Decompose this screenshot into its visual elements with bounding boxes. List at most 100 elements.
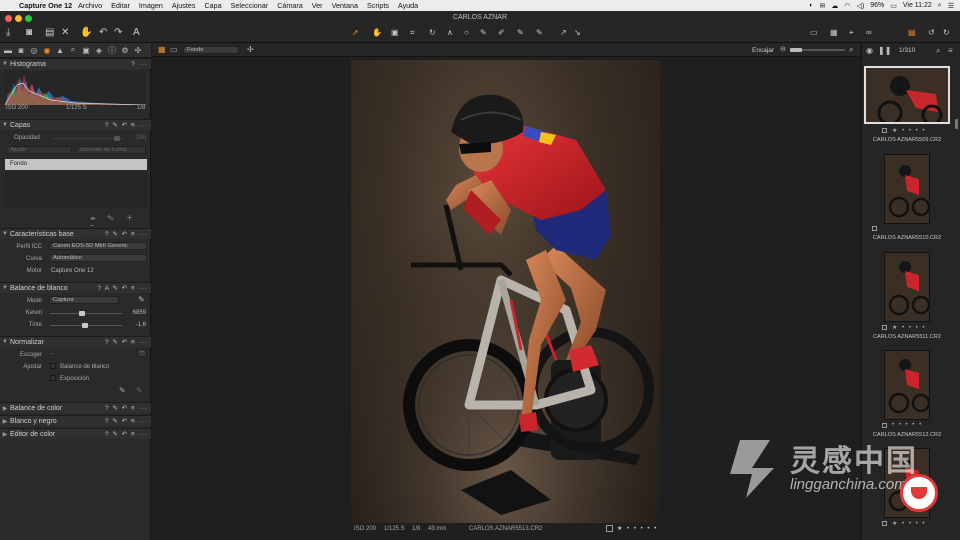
thumbnail-image[interactable] — [864, 66, 950, 124]
output-tab-icon[interactable]: ⚙ — [120, 46, 130, 55]
cloud-icon[interactable]: ☁ — [831, 2, 838, 10]
menu-scripts[interactable]: Scripts — [367, 1, 389, 10]
status-rating[interactable]: ★ • • • • • — [617, 525, 658, 532]
exposure-checkbox[interactable] — [50, 375, 56, 381]
menu-ayuda[interactable]: Ayuda — [398, 1, 418, 10]
menu-ajustes[interactable]: Ajustes — [172, 1, 196, 10]
thumbnail-5[interactable]: ★ • • • • — [862, 446, 952, 530]
browser-scrollbar[interactable] — [955, 119, 958, 129]
menu-archivo[interactable]: Archivo — [78, 1, 102, 10]
metadata-tab-icon[interactable]: ⓘ — [107, 45, 117, 56]
multi-view-icon[interactable]: ▭ — [170, 45, 178, 54]
pan-tool-icon[interactable]: ✋ — [372, 28, 382, 38]
curve-select[interactable]: Automático — [49, 254, 147, 262]
layer-row-fondo[interactable]: Fondo — [5, 159, 147, 170]
thumbnail-image[interactable] — [884, 448, 930, 518]
expand-arrow-icon[interactable]: ▶ — [0, 418, 10, 425]
color-editor-header[interactable]: ▶ Editor de color ? ✎ ↶ ≡ ··· — [0, 428, 151, 439]
normalize-header[interactable]: ▼ Normalizar ? ✎ ↶ ≡ ··· — [0, 336, 151, 347]
notification-icon[interactable]: ☰ — [948, 2, 954, 10]
wb-checkbox[interactable] — [50, 363, 56, 369]
wb-picker-icon[interactable]: ✎ — [138, 295, 145, 304]
adjust-select[interactable]: Ajuste — [6, 146, 72, 154]
batch-tab-icon[interactable]: ✣ — [133, 46, 143, 55]
collapse-arrow-icon[interactable]: ▼ — [0, 285, 10, 291]
menu-seleccionar[interactable]: Seleccionar — [231, 1, 269, 10]
base-header[interactable]: ▼ Características base ? ✎ ↶ ≡ ··· — [0, 228, 151, 239]
wifi-icon[interactable]: ◠ — [844, 2, 850, 10]
adjustments-tab-icon[interactable]: ◈ — [94, 46, 104, 55]
exposure-tab-icon[interactable]: ▲ — [55, 46, 65, 55]
zoom-knob[interactable] — [790, 48, 802, 52]
thumbnail-2[interactable]: CARLOS AZNAR5510.CR2 — [862, 152, 952, 242]
status-app-icon[interactable]: ◐ — [809, 2, 813, 9]
hand-icon[interactable]: ✋ — [80, 28, 92, 38]
spot-icon[interactable]: ○ — [464, 28, 469, 38]
thumbnail-rating[interactable]: ★ • • • • — [892, 520, 926, 527]
loupe-icon[interactable]: ⌖ — [849, 28, 854, 38]
folder-icon[interactable]: ▤ — [45, 28, 54, 38]
browser-filter-icon[interactable]: ≡ — [948, 46, 953, 55]
collapse-arrow-icon[interactable]: ▼ — [0, 122, 10, 128]
collapse-arrow-icon[interactable]: ▼ — [0, 61, 10, 67]
menu-imagen[interactable]: Imagen — [139, 1, 163, 10]
capture-tab-icon[interactable]: ◙ — [16, 46, 26, 55]
thumbnail-1[interactable]: ★ • • • • CARLOS AZNAR5509.CR2 — [862, 66, 952, 146]
import-icon[interactable]: ⤓ — [6, 28, 10, 38]
normalize-header-icons[interactable]: ? ✎ ↶ ≡ ··· — [105, 338, 151, 346]
bw-header-icons[interactable]: ? ✎ ↶ ≡ ··· — [105, 417, 151, 425]
volume-icon[interactable]: ◁) — [857, 2, 865, 10]
histogram-header-icons[interactable]: ? ··· — [131, 61, 151, 68]
fit-label[interactable]: Encajar — [752, 47, 774, 54]
thumbnail-rating[interactable]: ★ • • • • — [892, 127, 926, 134]
eraser-icon[interactable]: ✐ — [498, 28, 505, 38]
tint-knob[interactable] — [82, 323, 89, 328]
local-adjust-tab-icon[interactable]: ▣ — [81, 46, 91, 55]
opacity-knob[interactable] — [114, 136, 120, 141]
brush-icon[interactable]: ✎ — [480, 28, 487, 38]
wb-mode-select[interactable]: Captura — [49, 296, 119, 304]
lens-tab-icon[interactable]: ◎ — [29, 46, 39, 55]
eye-icon[interactable]: ◉ — [866, 46, 873, 55]
details-tab-icon[interactable]: ⌕ — [68, 45, 78, 55]
camera-icon[interactable]: ◙ — [26, 28, 32, 38]
menu-editar[interactable]: Editar — [111, 1, 130, 10]
copy-adjust-icon[interactable]: ↗ — [560, 28, 567, 38]
wb-header-icons[interactable]: ? A ✎ ↶ ≡ ··· — [98, 284, 151, 292]
pause-icon[interactable]: ❚❚ — [878, 46, 891, 55]
spotlight-icon[interactable]: ⌕ — [938, 2, 942, 10]
collapse-arrow-icon[interactable]: ▼ — [0, 339, 10, 345]
main-photo[interactable] — [351, 60, 660, 523]
single-view-icon[interactable]: ▦ — [158, 45, 166, 54]
normalize-apply-icon[interactable]: ✎ — [136, 386, 143, 395]
picker-icon[interactable]: ✎ — [536, 28, 543, 38]
zoom-icon[interactable]: ⊖ — [780, 45, 786, 53]
thumbnail-image[interactable] — [884, 252, 930, 322]
thumbnail-4[interactable]: • • • • • CARLOS AZNAR5512.CR2 — [862, 348, 952, 440]
menu-ventana[interactable]: Ventana — [332, 1, 358, 10]
proof-icon[interactable]: ▭ — [810, 28, 818, 38]
undo-icon[interactable]: ↶ — [99, 28, 107, 38]
apply-adjust-icon[interactable]: ↘ — [574, 28, 581, 38]
rotate-right-icon[interactable]: ↻ — [943, 28, 950, 38]
cursor-tool-icon[interactable]: ➚ — [352, 28, 359, 38]
menu-app-name[interactable]: Capture One 12 — [19, 1, 72, 10]
viewer-search-icon[interactable]: ⌕ — [849, 45, 853, 55]
mail-icon[interactable]: ✉ — [820, 2, 826, 10]
export-icon[interactable]: ▤ — [908, 28, 916, 38]
layers-header-icons[interactable]: ? ✎ ↶ ≡ ··· — [105, 121, 151, 129]
library-tab-icon[interactable]: ▬ — [3, 46, 13, 55]
thumbnail-checkbox[interactable] — [882, 423, 887, 428]
delete-icon[interactable]: ✕ — [61, 28, 69, 38]
keystone-icon[interactable]: ∧ — [447, 28, 453, 38]
redo-icon[interactable]: ↷ — [114, 28, 122, 38]
rotate-tool-icon[interactable]: ↻ — [429, 28, 436, 38]
bw-header[interactable]: ▶ Blanco y negro ? ✎ ↶ ≡ ··· — [0, 415, 151, 426]
menu-camara[interactable]: Cámara — [277, 1, 303, 10]
thumbnail-checkbox[interactable] — [882, 128, 887, 133]
thumbnail-checkbox[interactable] — [872, 226, 877, 231]
browser-search-icon[interactable]: ⌕ — [936, 46, 940, 56]
grid-icon[interactable]: ▦ — [830, 28, 838, 38]
kelvin-slider[interactable] — [50, 313, 122, 314]
tint-value[interactable]: -1,6 — [124, 322, 146, 328]
